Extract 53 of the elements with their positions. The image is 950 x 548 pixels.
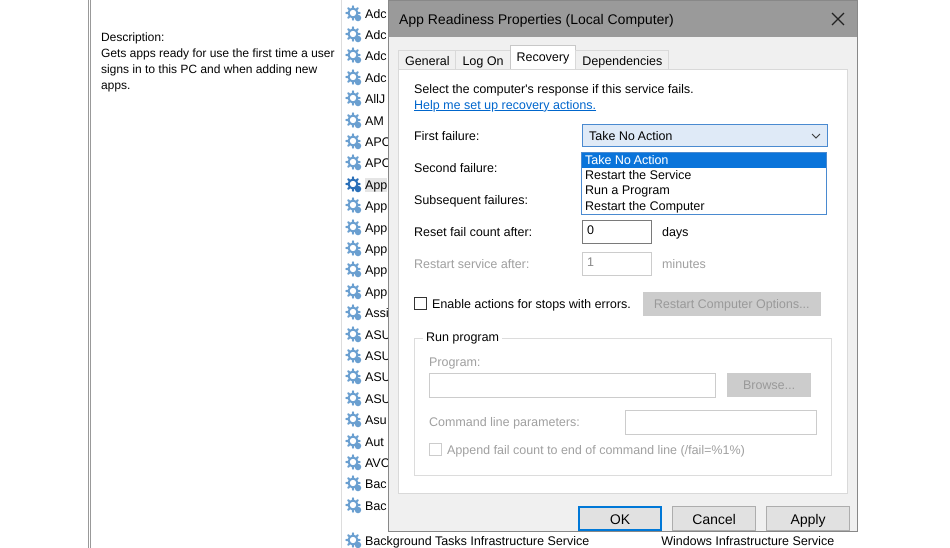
field-label: Restart service after:	[414, 256, 530, 271]
dropdown-option[interactable]: Restart the Service	[582, 168, 826, 184]
unit-label: days	[662, 224, 688, 239]
failure-dropdown[interactable]: Take No Action	[582, 124, 828, 148]
service-name[interactable]: Adc	[365, 6, 387, 21]
field-label: Reset fail count after:	[414, 224, 534, 239]
dialog-button[interactable]: Cancel	[672, 506, 756, 531]
service-name[interactable]: Aut	[365, 434, 384, 448]
unit-label: minutes	[662, 256, 706, 271]
dropdown-option[interactable]: Run a Program	[582, 183, 826, 199]
service-name[interactable]: Adc	[365, 49, 387, 64]
help-link[interactable]: Help me set up recovery actions.	[414, 98, 596, 112]
service-name[interactable]: Bac	[365, 477, 387, 492]
instruction-text: Select the computer's response if this service fails. Help me set up recovery actions.	[414, 80, 695, 113]
service-name[interactable]: Bac	[365, 498, 387, 513]
service-name[interactable]: App	[365, 178, 388, 192]
description-label: Description:	[101, 29, 166, 45]
field-label: First failure:	[414, 128, 480, 143]
service-name[interactable]: App	[365, 220, 388, 235]
service-name[interactable]: Adc	[365, 70, 387, 85]
service-name[interactable]: Assi	[365, 306, 389, 320]
service-name[interactable]: Asu	[365, 413, 387, 428]
field-label: Second failure:	[414, 160, 498, 175]
caret-icon	[811, 132, 821, 139]
service-name[interactable]: AllJ	[365, 92, 386, 106]
dialog-title: App Readiness Properties (Local Computer)	[399, 10, 674, 27]
tab[interactable]: General	[398, 50, 456, 69]
service-description: Windows Infrastructure Service	[661, 534, 834, 548]
tab[interactable]: Recovery	[510, 44, 576, 69]
field-label: Subsequent failures:	[414, 192, 529, 207]
service-name[interactable]: App	[365, 242, 388, 256]
close-icon[interactable]	[831, 12, 845, 26]
checkbox-label: Append fail count to end of command line (/fail=%1%)	[447, 442, 745, 457]
group-title: Run program	[423, 330, 502, 344]
field-label: Command line parameters:	[429, 415, 580, 430]
tab[interactable]: Dependencies	[575, 50, 670, 69]
service-name[interactable]: Adc	[365, 28, 387, 42]
dialog-button[interactable]: Apply	[766, 506, 850, 531]
description-text: Gets apps ready for use the first time a user signs in to this PC and when adding new apps.	[101, 45, 336, 93]
service-name[interactable]: App	[365, 199, 388, 214]
number-field[interactable]: 0	[582, 220, 652, 244]
checkbox-label: Enable actions for stops with errors.	[432, 296, 631, 311]
service-name[interactable]: AM	[365, 114, 384, 128]
service-name[interactable]: AVC	[365, 456, 390, 470]
checkbox[interactable]	[414, 297, 427, 310]
service-name[interactable]: App	[365, 263, 388, 278]
tab[interactable]: Log On	[455, 50, 510, 69]
dropdown-option[interactable]: Take No Action	[582, 152, 826, 168]
dropdown-option[interactable]: Restart the Computer	[582, 198, 826, 214]
service-name[interactable]: Background Tasks Infrastructure Service	[365, 534, 590, 548]
service-name[interactable]: App	[365, 284, 388, 299]
field-label: Program:	[429, 354, 482, 369]
dialog-button[interactable]: OK	[578, 506, 662, 531]
